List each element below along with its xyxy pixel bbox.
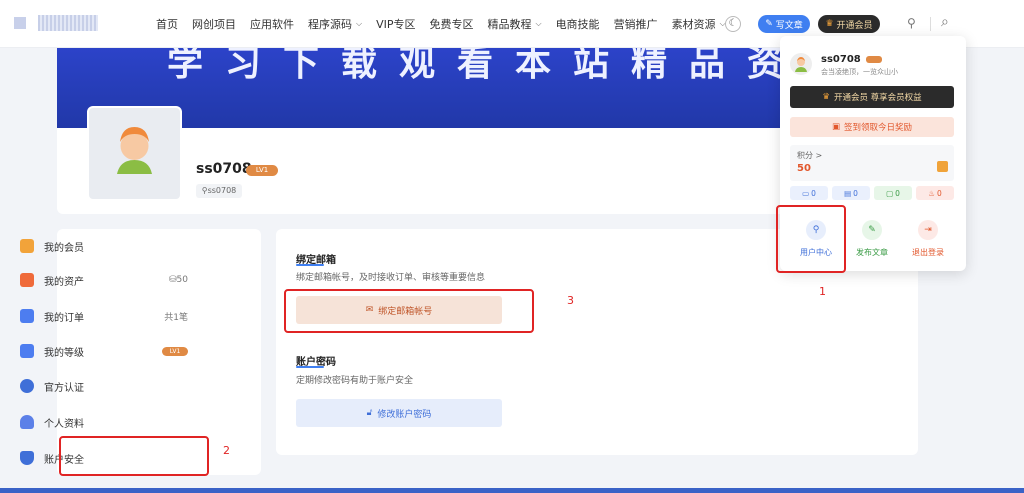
chart-line-icon xyxy=(20,344,34,358)
shield-icon xyxy=(20,451,34,465)
coin-icon: ⛁ xyxy=(169,275,177,285)
site-logo[interactable] xyxy=(14,13,98,33)
sidebar-item-membership[interactable]: 我的会员 xyxy=(20,236,188,256)
dropdown-avatar[interactable] xyxy=(790,53,812,75)
nav-item-source-code[interactable]: 程序源码 ⌵ xyxy=(308,16,362,32)
nav-item-free[interactable]: 免费专区 xyxy=(429,16,473,32)
footer-bar xyxy=(0,488,1024,493)
stat-hot[interactable]: ♨ 0 xyxy=(916,186,954,200)
user-card-icon xyxy=(20,415,34,429)
dropdown-vip-button[interactable]: ♛ 开通会员 尊享会员权益 xyxy=(790,86,954,108)
nav-item-vip[interactable]: VIP专区 xyxy=(376,16,415,32)
points-value: 50 xyxy=(797,163,811,174)
lock-icon: 🔓︎ xyxy=(366,408,373,418)
annotation-number-2: 2 xyxy=(223,444,230,457)
level-badge: LV1 xyxy=(246,165,278,176)
stat-posts[interactable]: ▤ 0 xyxy=(832,186,870,200)
assets-value: ⛁50 xyxy=(169,275,188,285)
dropdown-level-badge xyxy=(866,56,882,63)
sidebar-item-assets[interactable]: 我的资产 ⛁50 xyxy=(20,270,188,290)
nav-item-software[interactable]: 应用软件 xyxy=(250,16,294,32)
fire-icon: ♨ xyxy=(928,188,935,198)
crown-icon: ♛ xyxy=(825,19,834,29)
email-section-desc: 绑定邮箱帐号，及时接收订单、审核等重要信息 xyxy=(296,273,486,283)
orders-count: 共1笔 xyxy=(164,312,188,323)
nav-item-tutorials[interactable]: 精品教程 ⌵ xyxy=(487,16,541,32)
email-section-underline xyxy=(296,264,324,266)
avatar-illustration xyxy=(795,57,807,72)
nav-item-home[interactable]: 首页 xyxy=(156,16,178,32)
annotation-box-user-center xyxy=(776,205,846,273)
edit-icon[interactable]: ✎ xyxy=(862,220,882,240)
pencil-icon: ✎ xyxy=(765,19,773,29)
dropdown-username: ss0708 xyxy=(821,54,861,65)
dropdown-motto: 会当凌绝顶，一览众山小 xyxy=(821,68,898,76)
dark-mode-toggle-icon[interactable]: ☾ xyxy=(725,16,741,32)
main-menu: 首页 网创项目 应用软件 程序源码 ⌵ VIP专区 免费专区 精品教程 ⌵ 电商技能… xyxy=(156,0,726,48)
level-badge-small: LV1 xyxy=(162,346,188,356)
wallet-icon xyxy=(20,273,34,287)
avatar-illustration xyxy=(117,127,152,174)
crown-icon: ♛ xyxy=(822,92,830,102)
annotation-box-bind-email xyxy=(284,289,534,333)
nav-divider xyxy=(930,17,931,31)
nav-item-projects[interactable]: 网创项目 xyxy=(192,16,236,32)
sidebar-item-verification[interactable]: 官方认证 xyxy=(20,376,188,396)
avatar[interactable] xyxy=(87,106,182,201)
publish-article-link[interactable]: 发布文章 xyxy=(852,247,892,258)
order-list-icon xyxy=(20,309,34,323)
nav-item-marketing[interactable]: 营销推广 xyxy=(614,16,658,32)
open-vip-button[interactable]: ♛ 开通会员 xyxy=(818,15,880,33)
search-icon[interactable]: ⌕ xyxy=(941,14,949,30)
document-icon: ▤ xyxy=(844,188,852,198)
user-id-tag: ⚲ss0708 xyxy=(196,184,242,198)
chevron-down-icon: ⌵ xyxy=(356,19,363,28)
calendar-icon: ▣ xyxy=(831,122,840,132)
banner-text: 学习下载观看本站精品资源 xyxy=(167,48,864,84)
crown-icon xyxy=(20,239,34,253)
sidebar-item-profile[interactable]: 个人资料 xyxy=(20,412,188,432)
chevron-down-icon: ⌵ xyxy=(535,19,542,28)
annotation-box-security xyxy=(59,436,209,476)
nav-item-materials[interactable]: 素材资源 ⌵ xyxy=(672,16,726,32)
annotation-number-3: 3 xyxy=(567,294,574,307)
sidebar-item-orders[interactable]: 我的订单 共1笔 xyxy=(20,306,188,326)
logo-mark xyxy=(14,17,26,29)
verified-badge-icon xyxy=(20,379,34,393)
annotation-number-1: 1 xyxy=(819,285,826,298)
logout-link[interactable]: 退出登录 xyxy=(908,247,948,258)
comment-icon: ▭ xyxy=(802,188,810,198)
password-section-underline xyxy=(296,366,324,368)
sidebar-item-level[interactable]: 我的等级 LV1 xyxy=(20,341,188,361)
logout-icon[interactable]: ⇥ xyxy=(918,220,938,240)
user-icon[interactable]: ⚲ xyxy=(907,16,916,30)
profile-username: ss0708 xyxy=(196,161,252,177)
write-article-button[interactable]: ✎ 写文章 xyxy=(758,15,810,33)
nav-item-ecommerce[interactable]: 电商技能 xyxy=(556,16,600,32)
password-section-desc: 定期修改密码有助于账户安全 xyxy=(296,376,414,386)
points-label: 积分 > xyxy=(797,151,823,160)
stat-comments[interactable]: ▭ 0 xyxy=(790,186,828,200)
coins-icon xyxy=(937,161,948,172)
stat-messages[interactable]: ▢ 0 xyxy=(874,186,912,200)
message-icon: ▢ xyxy=(886,188,894,198)
daily-checkin-button[interactable]: ▣ 签到领取今日奖励 xyxy=(790,117,954,137)
logo-wordmark xyxy=(38,15,98,31)
change-password-button[interactable]: 🔓︎ 修改账户密码 xyxy=(296,399,502,427)
